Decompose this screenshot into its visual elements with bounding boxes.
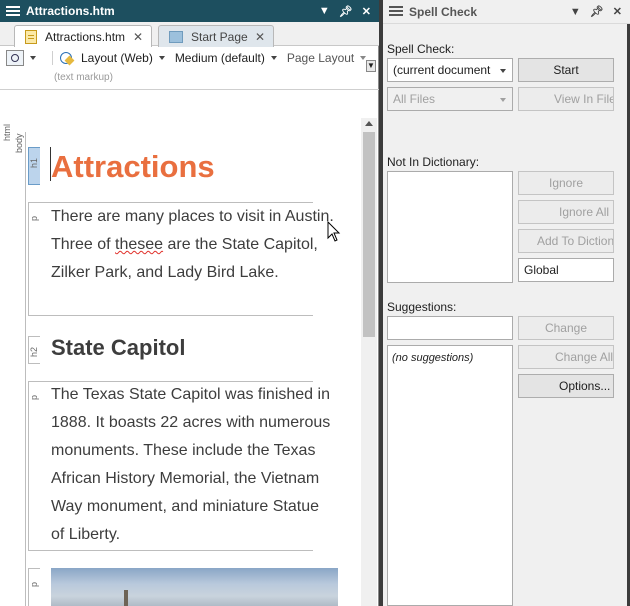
tag-p-label: p (29, 394, 39, 400)
capitol-image[interactable] (51, 568, 338, 606)
view-in-file-button[interactable]: View In File (518, 87, 614, 111)
tag-h1[interactable]: h1 (28, 147, 40, 185)
zoom-button[interactable] (0, 50, 36, 66)
start-button[interactable]: Start (518, 58, 614, 82)
page-heading[interactable]: Attractions (51, 149, 215, 185)
tab-close-icon[interactable]: ✕ (255, 30, 265, 44)
scroll-up-icon[interactable] (365, 121, 373, 126)
tag-p-label: p (29, 215, 39, 221)
not-in-dictionary-label: Not In Dictionary: (387, 155, 480, 169)
pin-icon[interactable]: 📌︎ (339, 5, 353, 18)
document-tabs: Attractions.htm ✕ Start Page ✕ (0, 22, 379, 47)
not-in-dictionary-list[interactable] (387, 171, 513, 283)
scope-select-value: (current document (393, 63, 491, 77)
dictionary-select-value: Global (524, 263, 559, 277)
dictionary-select[interactable]: Global (518, 258, 614, 282)
toolbar-overflow-button[interactable]: ▼ (366, 60, 376, 72)
start-page-icon (169, 30, 183, 43)
ignore-all-button[interactable]: Ignore All (518, 200, 614, 224)
no-suggestions-text: (no suggestions) (392, 352, 474, 364)
pin-icon[interactable]: 📌︎ (590, 5, 604, 18)
change-button[interactable]: Change (518, 316, 614, 340)
section-heading[interactable]: State Capitol (51, 335, 185, 361)
document-titlebar: Attractions.htm ▼ 📌︎ ✕ (0, 0, 379, 22)
paragraph-2[interactable]: The Texas State Capitol was finished in … (51, 381, 336, 549)
chevron-down-icon (270, 56, 277, 60)
tab-attractions[interactable]: Attractions.htm ✕ (14, 25, 152, 47)
dropdown-icon[interactable]: ▼ (319, 5, 330, 17)
document-toolbar: Layout (Web) Medium (default) Page Layou… (0, 47, 379, 69)
mouse-cursor-icon (327, 220, 341, 243)
files-select-value: All Files (393, 92, 436, 106)
dropdown-icon[interactable]: ▼ (570, 6, 581, 18)
toolbar-separator (52, 51, 53, 65)
size-label: Medium (default) (174, 51, 265, 65)
tag-h2-label: h2 (29, 347, 39, 358)
layout-label: Layout (Web) (81, 51, 153, 65)
paragraph-1[interactable]: There are many places to visit in Austin… (51, 203, 336, 287)
tab-label: Start Page (191, 29, 248, 44)
scope-select[interactable]: (current document (387, 58, 513, 82)
zoom-icon (6, 50, 24, 66)
document-scrollbar[interactable] (361, 118, 377, 606)
tag-html[interactable]: html (2, 120, 14, 144)
chevron-down-icon (30, 56, 36, 60)
add-to-dictionary-button[interactable]: Add To Dictionary (518, 229, 614, 253)
tag-h2[interactable]: h2 (28, 336, 40, 364)
close-icon[interactable]: ✕ (362, 5, 371, 18)
files-select[interactable]: All Files (387, 87, 513, 111)
tag-p[interactable]: p (28, 568, 40, 606)
text-markup-label: (text markup) (54, 72, 113, 83)
scroll-thumb[interactable] (363, 132, 375, 337)
body-tag-line (25, 132, 26, 606)
layout-dropdown[interactable]: Layout (Web) (59, 50, 165, 66)
page-layout-label: Page Layout (286, 51, 355, 65)
suggestion-input[interactable] (387, 316, 513, 340)
spell-check-label: Spell Check: (387, 42, 455, 56)
tag-p-label: p (29, 581, 39, 587)
suggestions-list[interactable]: (no suggestions) (387, 345, 513, 606)
chevron-down-icon (500, 98, 506, 102)
capitol-spire (124, 590, 128, 606)
options-button[interactable]: Options... (518, 374, 614, 398)
chevron-down-icon (158, 56, 165, 60)
html-file-icon (25, 29, 37, 44)
document-design-view[interactable]: html body h1 p h2 p p Attractions There … (0, 89, 379, 606)
page-layout-dropdown[interactable]: Page Layout (286, 51, 367, 65)
document-window: Attractions.htm ▼ 📌︎ ✕ Attractions.htm ✕… (0, 0, 379, 606)
spell-check-title: Spell Check (409, 4, 478, 19)
misspelled-word[interactable]: thesee (115, 236, 163, 253)
layout-icon (59, 50, 75, 66)
spell-check-panel: Spell Check ▼ 📌︎ ✕ Spell Check: (current… (383, 0, 630, 606)
tab-start-page[interactable]: Start Page ✕ (158, 25, 274, 47)
tab-close-icon[interactable]: ✕ (133, 30, 143, 44)
change-all-button[interactable]: Change All (518, 345, 614, 369)
suggestions-label: Suggestions: (387, 300, 457, 314)
menu-icon[interactable] (389, 6, 403, 17)
menu-icon[interactable] (6, 5, 20, 17)
chevron-down-icon (500, 69, 506, 73)
document-title: Attractions.htm (26, 4, 115, 18)
tab-label: Attractions.htm (45, 29, 126, 44)
tag-h1-label: h1 (29, 158, 39, 169)
spell-check-titlebar: Spell Check ▼ 📌︎ ✕ (383, 0, 630, 24)
close-icon[interactable]: ✕ (613, 5, 622, 18)
ignore-button[interactable]: Ignore (518, 171, 614, 195)
size-dropdown[interactable]: Medium (default) (175, 51, 277, 65)
